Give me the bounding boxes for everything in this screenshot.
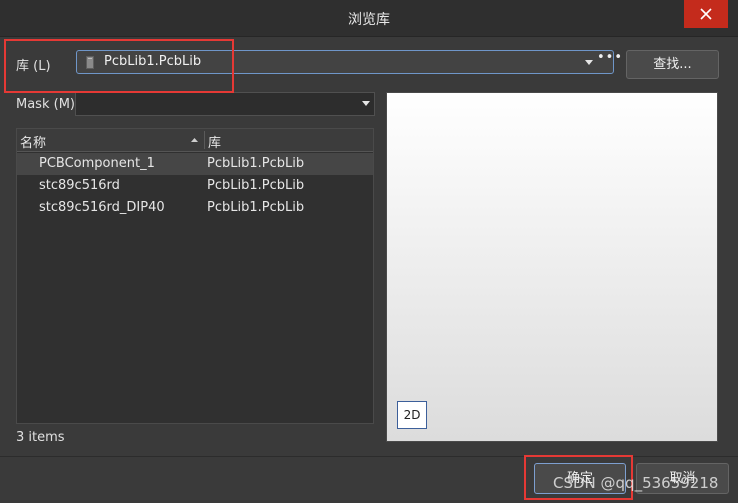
library-label: 库 (L) — [16, 59, 51, 74]
table-row[interactable]: stc89c516rd_DIP40 PcbLib1.PcbLib — [17, 197, 373, 219]
component-name: stc89c516rd — [39, 178, 120, 193]
mask-combobox[interactable] — [75, 92, 375, 116]
view-2d-button[interactable]: 2D — [397, 401, 427, 429]
find-button[interactable]: 查找... — [626, 50, 719, 79]
close-button[interactable] — [684, 0, 728, 28]
column-header-name[interactable]: 名称 — [20, 132, 46, 151]
component-library: PcbLib1.PcbLib — [207, 156, 305, 171]
component-name: stc89c516rd_DIP40 — [39, 200, 165, 215]
table-row[interactable]: stc89c516rd PcbLib1.PcbLib — [17, 175, 373, 197]
item-count: 3 items — [16, 430, 65, 445]
library-combobox[interactable]: PcbLib1.PcbLib ••• — [76, 50, 622, 74]
watermark: CSDN @qq_53659218 — [553, 474, 719, 492]
window-title: 浏览库 — [348, 12, 390, 28]
column-header-library[interactable]: 库 — [208, 132, 221, 151]
component-library: PcbLib1.PcbLib — [207, 200, 305, 215]
more-options-button[interactable]: ••• — [597, 50, 623, 65]
chevron-down-icon[interactable] — [362, 101, 370, 106]
library-value: PcbLib1.PcbLib — [104, 54, 202, 69]
close-icon — [700, 8, 712, 20]
column-divider[interactable] — [204, 131, 205, 149]
table-row[interactable]: PCBComponent_1 PcbLib1.PcbLib — [17, 153, 373, 175]
component-list: 名称 库 PCBComponent_1 PcbLib1.PcbLib stc89… — [16, 128, 374, 424]
sort-ascending-icon — [191, 138, 198, 142]
list-header: 名称 库 — [17, 129, 373, 152]
title-bar: 浏览库 — [0, 0, 738, 37]
footer-divider — [0, 456, 738, 457]
mask-label: Mask (M) — [16, 97, 75, 112]
library-file-icon — [86, 56, 94, 69]
chevron-down-icon[interactable] — [585, 60, 593, 65]
component-name: PCBComponent_1 — [39, 156, 155, 171]
component-library: PcbLib1.PcbLib — [207, 178, 305, 193]
footprint-preview[interactable] — [386, 92, 718, 442]
